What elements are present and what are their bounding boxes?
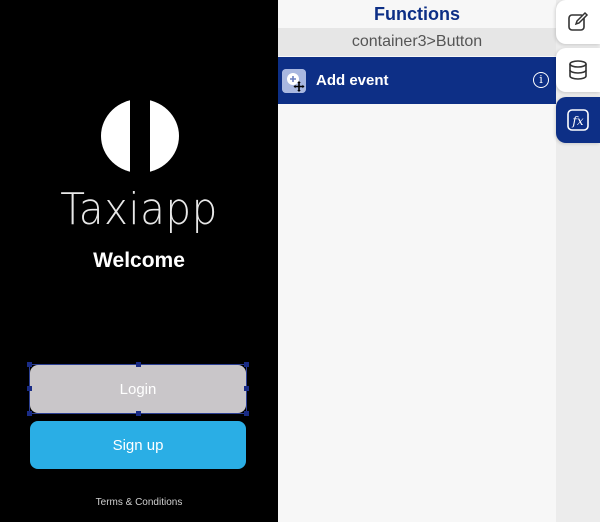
database-icon <box>569 60 587 80</box>
functions-panel: Functions container3>Button Add event i <box>278 0 556 522</box>
signup-button[interactable]: Sign up <box>30 421 246 469</box>
tab-data[interactable] <box>556 48 600 92</box>
tab-edit[interactable] <box>556 0 600 44</box>
info-icon[interactable]: i <box>533 72 549 88</box>
add-event-label: Add event <box>316 72 389 89</box>
add-event-button[interactable]: Add event i <box>278 57 556 104</box>
taxiapp-logo-icon <box>101 98 179 174</box>
add-event-icon <box>282 69 306 93</box>
side-tabbar: fx <box>556 0 600 522</box>
welcome-heading: Welcome <box>93 249 185 272</box>
resize-handle[interactable] <box>27 362 32 367</box>
resize-handle[interactable] <box>27 411 32 416</box>
tab-functions[interactable]: fx <box>556 97 600 143</box>
edit-icon <box>568 11 589 31</box>
function-icon: fx <box>567 109 589 131</box>
login-button[interactable]: Login <box>30 365 246 413</box>
resize-handle[interactable] <box>244 411 249 416</box>
breadcrumb: container3>Button <box>278 28 556 56</box>
resize-handle[interactable] <box>244 362 249 367</box>
app-preview: Taxiapp Welcome Login Sign up Terms & Co… <box>0 0 278 522</box>
svg-text:fx: fx <box>571 114 583 128</box>
app-name: Taxiapp <box>60 184 218 235</box>
panel-title: Functions <box>374 4 460 24</box>
terms-link[interactable]: Terms & Conditions <box>0 497 278 508</box>
